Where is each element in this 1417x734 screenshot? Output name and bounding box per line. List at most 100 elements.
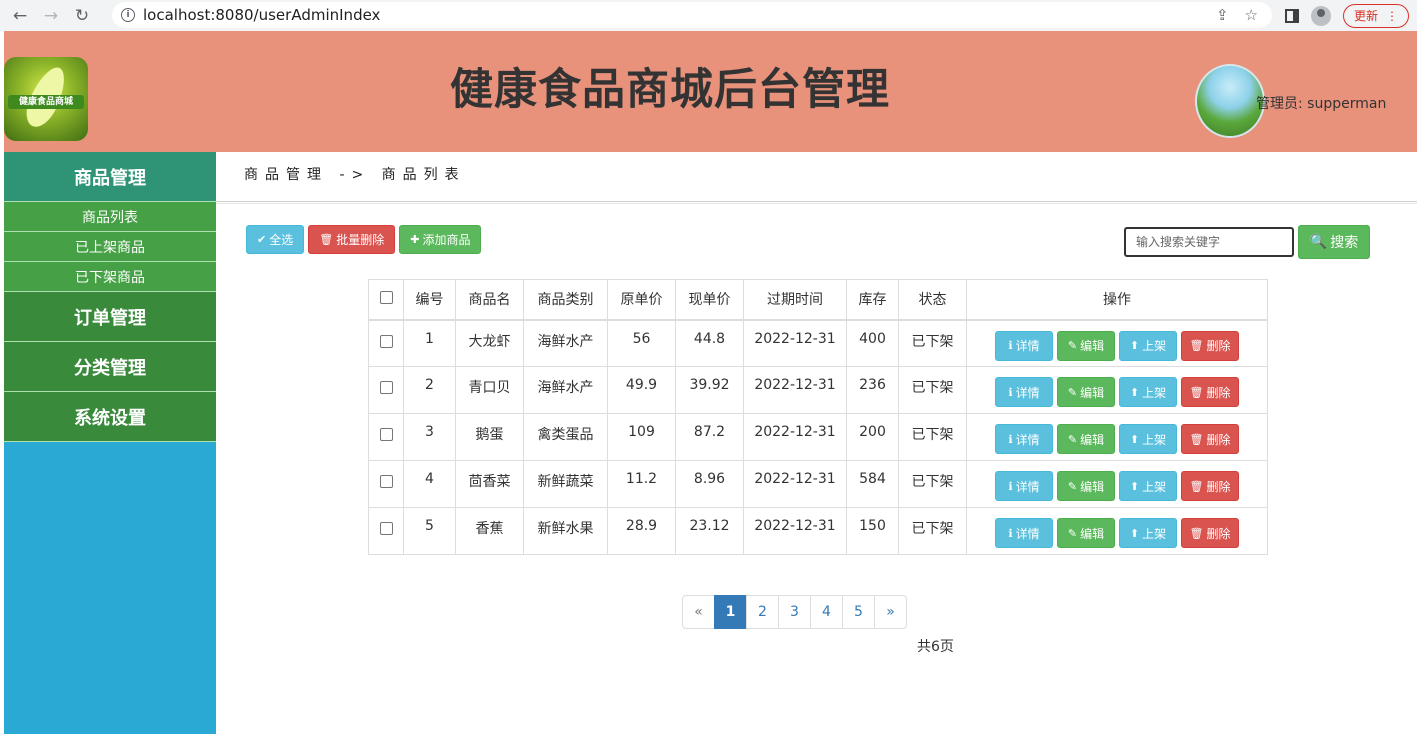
- row-id: 2: [403, 366, 456, 414]
- update-button[interactable]: 更新 ⋮: [1342, 3, 1409, 28]
- header-actions: 操作: [966, 279, 1268, 321]
- shelve-button[interactable]: ⬆ 上架: [1119, 330, 1177, 361]
- delete-label: 删除: [1206, 432, 1231, 447]
- row-original-price: 109: [607, 413, 676, 461]
- row-current-price: 39.92: [675, 366, 744, 414]
- profile-icon[interactable]: [1310, 5, 1331, 26]
- row-name: 青口贝: [455, 366, 524, 414]
- row-current-price: 23.12: [675, 507, 744, 555]
- back-icon[interactable]: ←: [9, 5, 31, 27]
- info-icon: ℹ: [1008, 432, 1013, 446]
- header-current-price: 现单价: [675, 279, 744, 321]
- row-expire: 2022-12-31: [743, 507, 847, 555]
- menu-on-shelf[interactable]: 已上架商品: [4, 232, 216, 262]
- shelve-button[interactable]: ⬆ 上架: [1119, 471, 1177, 501]
- detail-button[interactable]: ℹ 详情: [995, 377, 1053, 407]
- shelve-label: 上架: [1142, 385, 1167, 400]
- search-button[interactable]: 🔍 搜索: [1298, 225, 1370, 259]
- address-bar[interactable]: i localhost:8080/userAdminIndex ⇪ ☆: [112, 2, 1272, 28]
- bookmark-star-icon[interactable]: ☆: [1245, 6, 1258, 24]
- row-id: 3: [403, 413, 456, 461]
- row-stock: 400: [846, 319, 899, 367]
- product-table: 编号 商品名 商品类别 原单价 现单价 过期时间 库存 状态 操作 1 大龙虾 海鲜…: [368, 279, 1268, 555]
- more-menu-icon[interactable]: ⋮: [1386, 9, 1398, 23]
- address-url[interactable]: localhost:8080/userAdminIndex: [143, 6, 380, 24]
- search-icon: 🔍: [1309, 234, 1328, 250]
- select-all-button[interactable]: ✔ 全选: [246, 225, 305, 254]
- row-stock: 200: [846, 413, 899, 461]
- row-checkbox-cell: [368, 460, 404, 508]
- pagination-page[interactable]: 5: [842, 595, 875, 629]
- pagination-page[interactable]: 2: [746, 595, 779, 629]
- edit-label: 编辑: [1080, 385, 1105, 400]
- delete-label: 删除: [1206, 385, 1231, 400]
- edit-button[interactable]: ✎ 编辑: [1057, 518, 1115, 548]
- edit-button[interactable]: ✎ 编辑: [1057, 330, 1115, 361]
- detail-button[interactable]: ℹ 详情: [995, 424, 1053, 454]
- delete-button[interactable]: 🗑 删除: [1181, 377, 1239, 407]
- row-checkbox-cell: [368, 366, 404, 414]
- share-icon[interactable]: ⇪: [1216, 6, 1229, 24]
- shelve-button[interactable]: ⬆ 上架: [1119, 377, 1177, 407]
- side-panel-icon[interactable]: [1284, 8, 1299, 23]
- info-icon: ℹ: [1008, 526, 1013, 540]
- batch-delete-button[interactable]: 🗑 批量删除: [308, 225, 396, 254]
- forward-icon[interactable]: →: [40, 5, 62, 27]
- select-all-checkbox[interactable]: [379, 290, 393, 304]
- row-category: 海鲜水产: [523, 366, 608, 414]
- delete-button[interactable]: 🗑 删除: [1181, 471, 1239, 501]
- menu-category-management[interactable]: 分类管理: [4, 342, 216, 392]
- delete-button[interactable]: 🗑 删除: [1181, 330, 1239, 361]
- detail-button[interactable]: ℹ 详情: [995, 471, 1053, 501]
- row-expire: 2022-12-31: [743, 319, 847, 367]
- detail-label: 详情: [1015, 432, 1040, 447]
- table-row: 3 鹅蛋 禽类蛋品 109 87.2 2022-12-31 200 已下架 ℹ 详情 ✎ 编辑 ⬆…: [368, 413, 1268, 461]
- site-title: 健康食品商城后台管理: [450, 65, 890, 115]
- row-id: 5: [403, 507, 456, 555]
- detail-button[interactable]: ℹ 详情: [995, 518, 1053, 548]
- shelve-label: 上架: [1142, 479, 1167, 494]
- edit-button[interactable]: ✎ 编辑: [1057, 471, 1115, 501]
- row-checkbox[interactable]: [379, 475, 393, 488]
- pagination-page[interactable]: 3: [778, 595, 811, 629]
- row-checkbox[interactable]: [379, 381, 393, 394]
- add-product-button[interactable]: ✚ 添加商品: [399, 225, 482, 254]
- detail-button[interactable]: ℹ 详情: [995, 330, 1053, 361]
- plus-icon: ✚: [410, 233, 420, 246]
- row-category: 新鲜水果: [523, 507, 608, 555]
- delete-button[interactable]: 🗑 删除: [1181, 518, 1239, 548]
- menu-off-shelf[interactable]: 已下架商品: [4, 262, 216, 292]
- row-checkbox[interactable]: [379, 522, 393, 535]
- row-checkbox[interactable]: [379, 428, 393, 441]
- edit-icon: ✎: [1067, 385, 1078, 399]
- shelve-label: 上架: [1142, 339, 1167, 353]
- site-info-icon[interactable]: i: [121, 8, 135, 22]
- row-checkbox-cell: [368, 319, 404, 367]
- shelve-button[interactable]: ⬆ 上架: [1119, 424, 1177, 454]
- menu-product-list[interactable]: 商品列表: [4, 202, 216, 232]
- shelve-button[interactable]: ⬆ 上架: [1119, 518, 1177, 548]
- admin-name: 管理员: supperman: [1256, 96, 1387, 112]
- page-total: 共6页: [917, 639, 954, 655]
- search-input[interactable]: [1124, 227, 1294, 257]
- edit-button[interactable]: ✎ 编辑: [1057, 424, 1115, 454]
- row-status: 已下架: [898, 319, 967, 367]
- table-header-row: 编号 商品名 商品类别 原单价 现单价 过期时间 库存 状态 操作: [368, 279, 1268, 321]
- row-checkbox[interactable]: [379, 334, 393, 348]
- pagination-prev[interactable]: «: [682, 595, 715, 629]
- pagination-page[interactable]: 4: [810, 595, 843, 629]
- pagination-page[interactable]: 1: [714, 595, 747, 629]
- menu-system-settings[interactable]: 系统设置: [4, 392, 216, 442]
- trash-icon: 🗑: [319, 233, 334, 246]
- edit-button[interactable]: ✎ 编辑: [1057, 377, 1115, 407]
- row-expire: 2022-12-31: [743, 413, 847, 461]
- table-row: 2 青口贝 海鲜水产 49.9 39.92 2022-12-31 236 已下架 ℹ 详情 ✎ 编…: [368, 366, 1268, 414]
- menu-product-management[interactable]: 商品管理: [4, 152, 216, 202]
- row-actions: ℹ 详情 ✎ 编辑 ⬆ 上架 🗑 删除: [966, 319, 1268, 367]
- reload-icon[interactable]: ↻: [71, 5, 93, 27]
- edit-icon: ✎: [1067, 432, 1078, 446]
- delete-button[interactable]: 🗑 删除: [1181, 424, 1239, 454]
- menu-order-management[interactable]: 订单管理: [4, 292, 216, 342]
- pagination-next[interactable]: »: [874, 595, 907, 629]
- row-name: 大龙虾: [455, 319, 524, 367]
